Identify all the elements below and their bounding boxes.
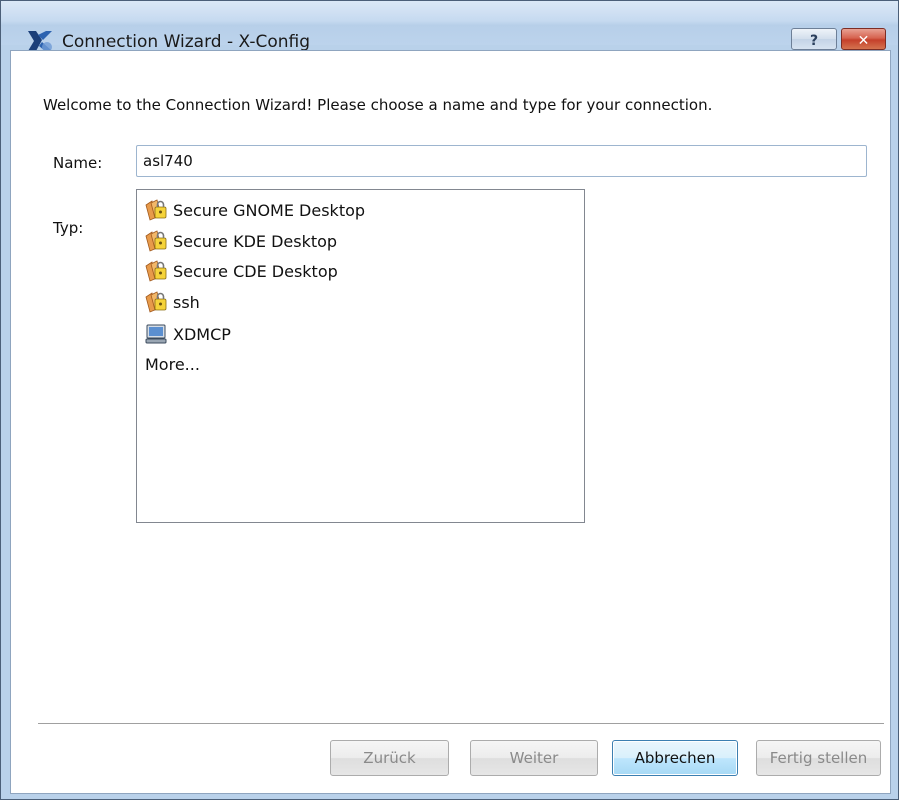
secure-key-icon xyxy=(145,260,167,282)
type-item-label: Secure KDE Desktop xyxy=(173,231,338,251)
type-item-ssh[interactable]: ssh xyxy=(145,288,200,316)
question-mark-icon: ? xyxy=(810,33,818,49)
secure-key-icon xyxy=(145,291,167,313)
name-label: Name: xyxy=(53,154,103,172)
close-button[interactable]: ✕ xyxy=(841,28,886,50)
cancel-button[interactable]: Abbrechen xyxy=(612,740,738,776)
name-input[interactable] xyxy=(136,145,867,177)
title-bar[interactable]: Connection Wizard - X-Config ? ✕ xyxy=(1,1,898,52)
type-item-label: Secure GNOME Desktop xyxy=(173,200,366,220)
next-button[interactable]: Weiter xyxy=(470,740,598,776)
type-item-secure-kde[interactable]: Secure KDE Desktop xyxy=(145,227,337,255)
help-button[interactable]: ? xyxy=(791,28,837,50)
type-item-secure-gnome[interactable]: Secure GNOME Desktop xyxy=(145,196,365,224)
back-button[interactable]: Zurück xyxy=(330,740,449,776)
type-label: Typ: xyxy=(53,219,84,237)
button-separator xyxy=(38,723,884,725)
computer-icon xyxy=(145,324,167,344)
type-item-label: More... xyxy=(145,354,200,374)
finish-button[interactable]: Fertig stellen xyxy=(756,740,881,776)
type-item-label: Secure CDE Desktop xyxy=(173,261,338,281)
type-item-label: XDMCP xyxy=(173,324,231,344)
welcome-text: Welcome to the Connection Wizard! Please… xyxy=(43,96,713,114)
type-item-label: ssh xyxy=(173,292,200,312)
window-title: Connection Wizard - X-Config xyxy=(62,32,310,52)
type-item-secure-cde[interactable]: Secure CDE Desktop xyxy=(145,257,338,285)
connection-type-list[interactable]: Secure GNOME Desktop Secure KDE Desktop … xyxy=(136,189,585,523)
help-glyph: ? xyxy=(810,33,818,49)
secure-key-icon xyxy=(145,230,167,252)
secure-key-icon xyxy=(145,199,167,221)
type-item-more[interactable]: More... xyxy=(145,350,200,378)
close-glyph: ✕ xyxy=(858,33,870,49)
type-item-xdmcp[interactable]: XDMCP xyxy=(145,320,231,348)
close-icon: ✕ xyxy=(858,33,870,49)
